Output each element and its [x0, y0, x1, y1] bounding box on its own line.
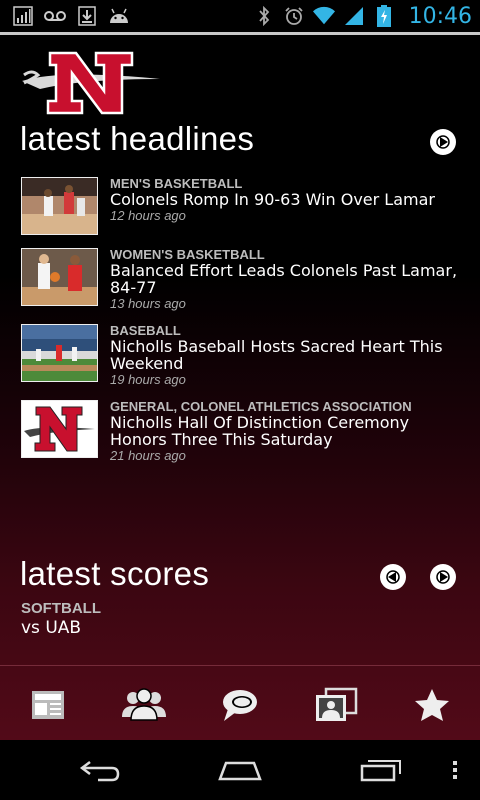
favorites-icon	[415, 689, 449, 721]
next-arrow-icon	[436, 570, 450, 584]
headline-time: 19 hours ago	[110, 372, 186, 387]
headline-category: BASEBALL	[110, 323, 181, 338]
headline-category: GENERAL, COLONEL ATHLETICS ASSOCIATION	[110, 399, 412, 414]
headline-item[interactable]: MEN'S BASKETBALL Colonels Romp In 90-63 …	[21, 177, 461, 237]
score-opponent[interactable]: vs UAB	[21, 618, 81, 638]
back-button[interactable]	[65, 750, 135, 790]
system-navbar	[0, 740, 480, 800]
signal-bars-icon	[12, 6, 34, 26]
scores-prev-button[interactable]	[380, 564, 406, 590]
alarm-icon	[283, 6, 305, 26]
overflow-menu-icon	[453, 761, 457, 779]
media-icon	[316, 687, 358, 721]
headline-time: 13 hours ago	[110, 296, 186, 311]
headline-category: WOMEN'S BASKETBALL	[110, 247, 265, 262]
headline-thumbnail	[21, 248, 98, 306]
news-icon	[32, 691, 64, 719]
recent-apps-button[interactable]	[345, 750, 415, 790]
roster-icon	[122, 688, 166, 721]
tab-social[interactable]	[210, 680, 270, 730]
tab-news[interactable]	[18, 680, 78, 730]
cell-signal-icon	[343, 6, 365, 26]
app-main: latest headlines MEN'S BASKETBALL Colone…	[0, 35, 480, 740]
wifi-icon	[312, 6, 335, 26]
bluetooth-icon	[253, 6, 275, 26]
home-button[interactable]	[205, 750, 275, 790]
previous-arrow-icon	[386, 570, 400, 584]
nicholls-logo	[20, 45, 162, 115]
scores-title: latest scores	[20, 555, 210, 592]
headline-item[interactable]: WOMEN'S BASKETBALL Balanced Effort Leads…	[21, 247, 461, 311]
tab-favorites[interactable]	[402, 680, 462, 730]
status-clock: 10:46	[408, 3, 472, 29]
social-icon	[223, 690, 257, 721]
headline-time: 21 hours ago	[110, 448, 186, 463]
headlines-title: latest headlines	[20, 120, 255, 157]
recent-apps-icon	[360, 760, 401, 782]
headline-title: Balanced Effort Leads Colonels Past Lama…	[110, 261, 458, 297]
headline-title: Colonels Romp In 90-63 Win Over Lamar	[110, 190, 435, 209]
scores-next-button[interactable]	[430, 564, 456, 590]
headline-title: Nicholls Hall Of Distinction Ceremony Ho…	[110, 413, 410, 449]
headline-item[interactable]: GENERAL, COLONEL ATHLETICS ASSOCIATION N…	[21, 399, 461, 463]
headline-thumbnail	[21, 324, 98, 382]
score-sport: SOFTBALL	[21, 600, 101, 617]
play-arrow-icon	[436, 135, 450, 149]
headline-title: Nicholls Baseball Hosts Sacred Heart Thi…	[110, 337, 443, 373]
headline-thumbnail	[21, 177, 98, 235]
download-icon	[76, 6, 98, 26]
tabbar-divider	[0, 665, 480, 666]
back-icon	[79, 761, 120, 782]
status-bar: 10:46	[0, 0, 480, 32]
bottom-tabbar	[0, 675, 480, 735]
headline-category: MEN'S BASKETBALL	[110, 176, 243, 191]
battery-charging-icon	[373, 5, 395, 27]
headline-time: 12 hours ago	[110, 208, 186, 223]
overflow-menu-button[interactable]	[435, 750, 475, 790]
headline-item[interactable]: BASEBALL Nicholls Baseball Hosts Sacred …	[21, 323, 461, 387]
tab-media[interactable]	[306, 680, 366, 730]
headlines-next-button[interactable]	[430, 129, 456, 155]
headline-thumbnail	[21, 400, 98, 458]
tab-roster[interactable]	[114, 680, 174, 730]
android-icon	[108, 6, 130, 26]
voicemail-icon	[44, 6, 66, 26]
home-icon	[218, 761, 262, 781]
